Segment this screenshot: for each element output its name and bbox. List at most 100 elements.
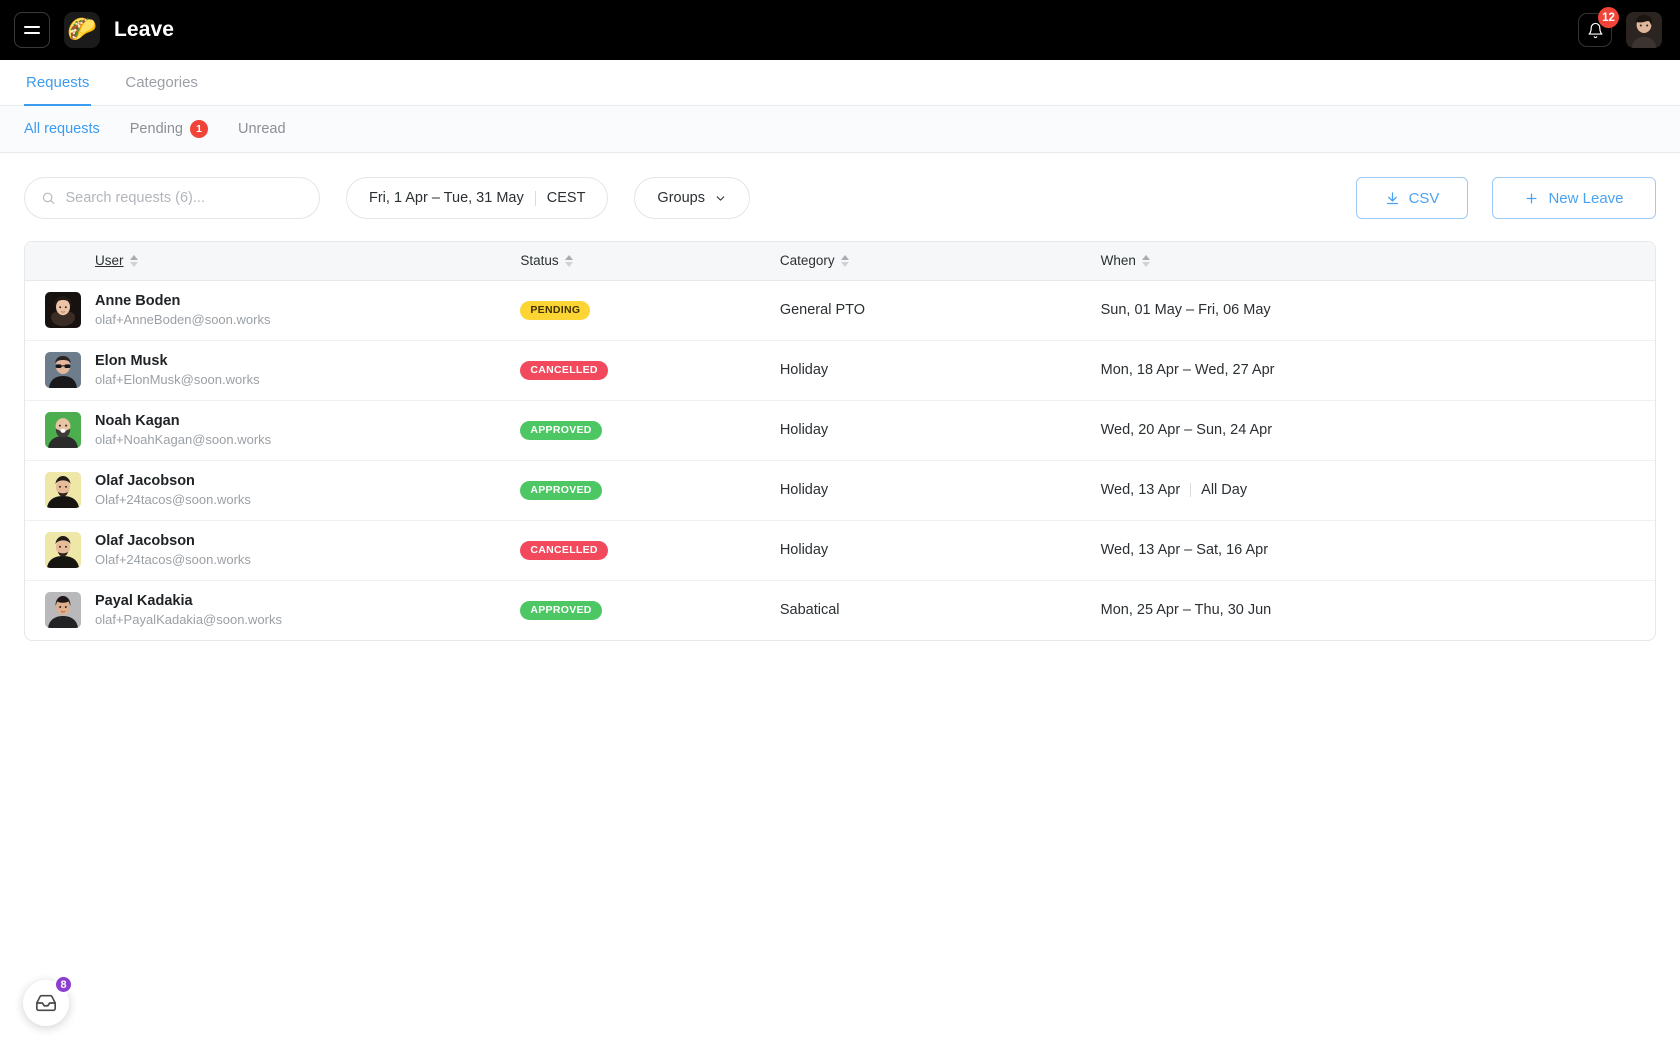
inbox-icon xyxy=(36,994,56,1012)
chat-widget-button[interactable]: 8 xyxy=(23,975,73,1026)
cell-user: Olaf Jacobson Olaf+24tacos@soon.works xyxy=(25,460,520,520)
new-leave-button-label: New Leave xyxy=(1548,189,1624,207)
tab-requests-label: Requests xyxy=(26,74,90,91)
search-input[interactable] xyxy=(65,190,303,206)
column-header-user[interactable]: User xyxy=(25,242,521,281)
subtab-pending-badge: 1 xyxy=(189,120,208,138)
cell-status: CANCELLED xyxy=(520,340,779,400)
row-avatar xyxy=(45,351,81,388)
row-avatar xyxy=(45,411,81,448)
cell-user: Olaf Jacobson Olaf+24tacos@soon.works xyxy=(25,520,520,580)
cell-when: Wed, 13 Apr All Day xyxy=(1101,460,1655,520)
sort-arrows-when xyxy=(1141,254,1150,267)
cell-status: APPROVED xyxy=(520,400,779,460)
date-range-picker[interactable]: Fri, 1 Apr – Tue, 31 May CEST xyxy=(346,177,609,219)
table-row[interactable]: Olaf Jacobson Olaf+24tacos@soon.works CANC… xyxy=(25,520,1655,580)
table-row[interactable]: Elon Musk olaf+ElonMusk@soon.works CANCELL… xyxy=(25,340,1655,400)
app-title: Leave xyxy=(114,18,175,41)
cell-category: General PTO xyxy=(780,280,1101,340)
column-header-user-label: User xyxy=(95,253,124,269)
row-user-name: Anne Boden xyxy=(95,292,181,309)
sort-arrows-category xyxy=(840,254,849,267)
row-category: Holiday xyxy=(779,422,829,438)
new-leave-button[interactable]: New Leave xyxy=(1492,177,1656,219)
subtab-unread[interactable]: Unread xyxy=(238,121,286,137)
table-body: Anne Boden olaf+AnneBoden@soon.works PENDI… xyxy=(25,280,1655,640)
csv-export-button[interactable]: CSV xyxy=(1356,177,1468,219)
chat-unread-badge: 8 xyxy=(54,975,73,994)
groups-label: Groups xyxy=(657,190,705,206)
row-when: Wed, 13 Apr xyxy=(1100,482,1181,498)
search-box[interactable] xyxy=(24,177,320,219)
status-badge: APPROVED xyxy=(520,480,602,500)
tab-requests[interactable]: Requests xyxy=(24,61,92,106)
table-row[interactable]: Olaf Jacobson Olaf+24tacos@soon.works APPR… xyxy=(25,460,1655,520)
tab-categories[interactable]: Categories xyxy=(123,61,200,106)
status-badge: CANCELLED xyxy=(520,540,608,560)
row-avatar xyxy=(45,592,81,629)
csv-button-label: CSV xyxy=(1408,189,1440,207)
row-category: Holiday xyxy=(779,542,829,558)
subtab-all-requests[interactable]: All requests xyxy=(24,121,100,137)
cell-user: Noah Kagan olaf+NoahKagan@soon.works xyxy=(25,400,520,460)
column-header-when[interactable]: When xyxy=(1100,242,1655,281)
cell-user: Anne Boden olaf+AnneBoden@soon.works xyxy=(25,280,520,340)
row-user-email: olaf+AnneBoden@soon.works xyxy=(95,311,271,327)
requests-table: User Status Category When Anne Boden ola… xyxy=(25,242,1655,640)
cell-when: Mon, 18 Apr – Wed, 27 Apr xyxy=(1101,340,1655,400)
row-category: Sabatical xyxy=(779,602,840,619)
column-header-category-label: Category xyxy=(779,253,835,269)
row-avatar xyxy=(45,291,81,328)
row-user-name: Elon Musk xyxy=(95,352,168,369)
cell-when: Wed, 13 Apr – Sat, 16 Apr xyxy=(1101,520,1655,580)
table-header: User Status Category When xyxy=(25,242,1655,281)
row-when: Wed, 13 Apr – Sat, 16 Apr xyxy=(1100,542,1269,558)
cell-category: Sabatical xyxy=(780,580,1101,640)
row-user-name: Olaf Jacobson xyxy=(95,472,195,489)
column-header-category[interactable]: Category xyxy=(779,242,1101,281)
subtab-pending[interactable]: Pending 1 xyxy=(130,120,208,138)
app-logo-taco-icon: 🌮 xyxy=(64,12,100,48)
subtab-pending-label: Pending xyxy=(129,121,183,137)
status-badge: CANCELLED xyxy=(520,360,608,380)
row-category: Holiday xyxy=(779,362,829,378)
top-bar-right: 12 xyxy=(1578,7,1662,48)
toolbar-actions: CSV New Leave xyxy=(1356,177,1656,219)
row-when: Mon, 18 Apr – Wed, 27 Apr xyxy=(1100,362,1275,378)
logo-emoji: 🌮 xyxy=(67,16,97,43)
cell-category: Holiday xyxy=(780,460,1101,520)
row-user-email: Olaf+24tacos@soon.works xyxy=(95,551,251,567)
table-row[interactable]: Noah Kagan olaf+NoahKagan@soon.works APPRO… xyxy=(25,400,1655,460)
subtab-all-requests-label: All requests xyxy=(24,121,100,137)
row-duration: 10 days xyxy=(1655,354,1656,386)
notifications-button[interactable]: 12 xyxy=(1578,7,1619,47)
cell-category: Holiday xyxy=(780,520,1101,580)
row-duration: 6 days xyxy=(1655,294,1656,326)
row-user-name: Olaf Jacobson xyxy=(95,532,195,549)
groups-dropdown[interactable]: Groups xyxy=(634,177,750,219)
cell-status: APPROVED xyxy=(520,580,779,640)
main-tabs: Requests Categories xyxy=(0,60,1680,106)
row-category: General PTO xyxy=(779,302,865,318)
table-row[interactable]: Payal Kadakia olaf+PayalKadakia@soon.work… xyxy=(25,580,1655,640)
status-badge: APPROVED xyxy=(520,600,602,620)
date-range-divider xyxy=(534,190,536,206)
tab-categories-label: Categories xyxy=(125,74,198,91)
column-header-status[interactable]: Status xyxy=(520,242,780,281)
table-row[interactable]: Anne Boden olaf+AnneBoden@soon.works PENDI… xyxy=(25,280,1655,340)
hamburger-menu-icon[interactable] xyxy=(14,12,50,48)
cell-user: Elon Musk olaf+ElonMusk@soon.works xyxy=(25,340,520,400)
avatar-image xyxy=(1626,12,1662,48)
download-icon xyxy=(1386,191,1398,204)
row-user-email: Olaf+24tacos@soon.works xyxy=(95,491,251,507)
cell-status: CANCELLED xyxy=(520,520,779,580)
column-header-when-label: When xyxy=(1100,253,1136,269)
table-header-row: User Status Category When xyxy=(25,242,1655,281)
row-when-extra: All Day xyxy=(1201,482,1248,498)
row-duration: 5 days xyxy=(1655,414,1656,446)
row-user-email: olaf+PayalKadakia@soon.works xyxy=(95,612,282,628)
search-icon xyxy=(42,192,55,205)
row-user-email: olaf+NoahKagan@soon.works xyxy=(95,431,272,447)
user-avatar[interactable] xyxy=(1626,12,1662,48)
toolbar: Fri, 1 Apr – Tue, 31 May CEST Groups CSV xyxy=(0,153,1680,219)
